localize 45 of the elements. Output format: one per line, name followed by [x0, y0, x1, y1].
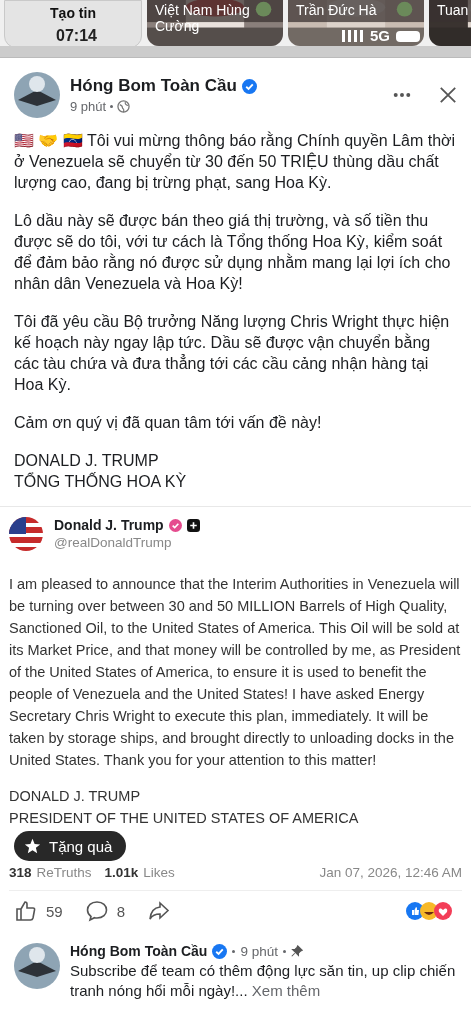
- close-icon[interactable]: [439, 86, 457, 104]
- signal-icon: [342, 30, 364, 42]
- more-icon[interactable]: [393, 92, 411, 98]
- post-paragraph: Tôi đã yêu cầu Bộ trưởng Năng lượng Chris Wright thực hiện kế hoạch này ngay lập tức. Dầu sẽ được vận chuyển bằng các tàu chứa và đưa thẳng tới các cầu cảng nhận hàng tại Hoa Kỳ.: [14, 312, 451, 395]
- comment-time: 9 phút: [240, 943, 278, 959]
- avatar[interactable]: [14, 943, 60, 989]
- clock-time: 07:14: [56, 27, 97, 45]
- avatar[interactable]: [14, 72, 60, 118]
- author-name: Donald J. Trump: [54, 517, 164, 533]
- like-count: 1.01k: [104, 865, 139, 880]
- post-paragraph: Lô dầu này sẽ được bán theo giá thị trường, và số tiền thu được sẽ do tôi, với tư cách là Tổng thống Hoa Kỳ, kiểm soát để đảm bảo rằng nó được sử dụng nhằm mang lại lợi ích cho nhân dân Venezuela và Hoa Kỳ!: [14, 211, 452, 294]
- user-handle: @realDonaldTrump: [54, 535, 172, 550]
- likes-label: Likes: [143, 865, 175, 880]
- author-name[interactable]: Hóng Bom Toàn Cầu: [70, 943, 208, 959]
- like-icon[interactable]: [14, 899, 38, 923]
- comment-icon[interactable]: [84, 899, 109, 923]
- comment-count: 8: [116, 902, 126, 920]
- post-time: 9 phút: [70, 99, 107, 114]
- verified-icon: [168, 518, 182, 532]
- separator-dot: [282, 949, 286, 953]
- battery-icon: [396, 30, 420, 42]
- see-more-link[interactable]: Xem thêm: [251, 982, 321, 999]
- like-count: 59: [46, 902, 63, 920]
- separator-dot: [110, 105, 114, 108]
- signature-line: PRESIDENT OF THE UNITED STATES OF AMERICA: [9, 809, 360, 828]
- plus-icon: [186, 518, 200, 532]
- quoted-text: I am pleased to announce that the Interim Authorities in Venezuela will be turning over between 30 and 50 MILLION Barrels of High Quality, Sanctioned Oil, to the United States of America. This Oil will be sold at its Market Price, and that money will be controlled by me, as President of the United States of America, to ensure it is used to benefit the people of Venezuela and the United States! I have asked Energy Secretary Chris Wright to execute this plan, immediately. It will be taken by storage ships, and brought directly to unloading docks in the United States. Thank you for your attention to this matter!: [9, 575, 462, 770]
- create-story-label[interactable]: Tạo tin: [50, 1, 96, 21]
- globe-icon: [117, 100, 131, 113]
- share-icon[interactable]: [147, 899, 172, 923]
- author-name[interactable]: Hóng Bom Toàn Cầu: [70, 76, 237, 96]
- star-icon: [24, 837, 41, 855]
- retruth-count: 318: [9, 865, 32, 880]
- retruths-label: ReTruths: [36, 865, 92, 880]
- avatar: [9, 517, 43, 551]
- network-label: 5G: [370, 27, 390, 45]
- post-paragraph: Cảm ơn quý vị đã quan tâm tới vấn đề này!: [14, 413, 323, 433]
- comment-text: Subscribe để team có thêm động lực săn tin, up clip chiến tranh nóng hổi mỗi ngày!... Xem thêm: [70, 961, 457, 1001]
- post-paragraph: 🇺🇸 🤝 🇻🇪 Tôi vui mừng thông báo rằng Chính quyền Lâm thời ở Venezuela sẽ chuyển từ 30 đến 50 TRIỆU thùng dầu chất lượng cao, đang bị trừng phạt, sang Hoa Kỳ.: [14, 130, 457, 193]
- signature-line: DONALD J. TRUMP: [9, 787, 142, 806]
- post-date: Jan 07, 2026, 12:46 AM: [319, 865, 462, 880]
- separator-dot: [232, 949, 236, 953]
- signature-line: DONALD J. TRUMP: [14, 451, 160, 471]
- gift-button[interactable]: Tặng quà: [14, 831, 127, 861]
- signature-line: TỔNG THỐNG HOA KỲ: [14, 471, 188, 492]
